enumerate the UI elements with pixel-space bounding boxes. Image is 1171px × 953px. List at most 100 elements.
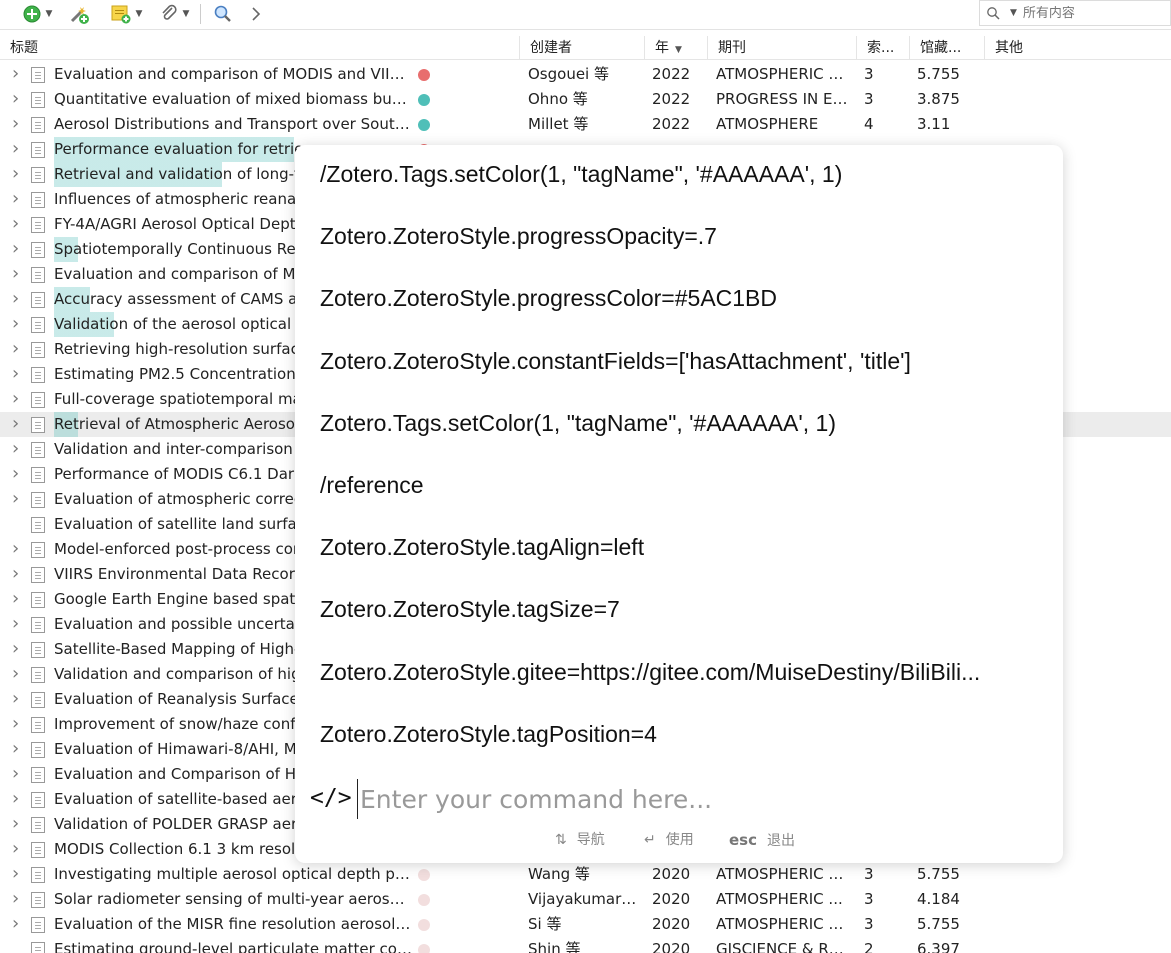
table-row[interactable]: Estimating ground-level particulate matt… [0, 937, 1171, 953]
table-row[interactable]: › Investigating multiple aerosol optical … [0, 862, 1171, 887]
expand-chevron-icon[interactable]: › [12, 112, 24, 135]
journal-article-icon [31, 417, 45, 433]
new-note-button[interactable]: ▼ [107, 2, 145, 26]
command-item[interactable]: Zotero.ZoteroStyle.progressColor=#5AC1BD [320, 278, 1040, 318]
item-journal: ATMOSPHERIC E... [716, 915, 852, 933]
search-input[interactable] [1022, 5, 1153, 21]
column-impact[interactable]: 馆藏... [910, 36, 985, 60]
item-creator: Millet 等 [528, 115, 589, 133]
add-attachment-button[interactable]: ▼ [155, 2, 193, 26]
expand-chevron-icon[interactable]: › [12, 137, 24, 160]
command-input[interactable] [357, 779, 1037, 819]
expand-chevron-icon[interactable]: › [12, 187, 24, 210]
journal-article-icon [31, 392, 45, 408]
forward-button[interactable] [245, 2, 267, 26]
expand-chevron-icon[interactable]: › [12, 312, 24, 335]
expand-chevron-icon[interactable]: › [12, 812, 24, 835]
command-item[interactable]: /Zotero.Tags.setColor(1, "tagName", '#AA… [320, 154, 1040, 194]
advanced-search-button[interactable] [210, 2, 236, 26]
expand-chevron-icon[interactable]: › [12, 87, 24, 110]
journal-article-icon [31, 867, 45, 883]
command-item[interactable]: Zotero.ZoteroStyle.tagSize=7 [320, 589, 1040, 629]
column-index[interactable]: 索... [857, 36, 910, 60]
expand-chevron-icon[interactable]: › [12, 762, 24, 785]
tag-color-dot [418, 919, 430, 931]
expand-chevron-icon[interactable]: › [12, 437, 24, 460]
table-row[interactable]: › Quantitative evaluation of mixed biomas… [0, 87, 1171, 112]
journal-article-icon [31, 342, 45, 358]
item-journal: GISCIENCE & RE... [716, 940, 852, 953]
toolbar: ▼ ▼ ▼ ▼ [0, 0, 1171, 30]
journal-article-icon [31, 367, 45, 383]
command-item[interactable]: Zotero.ZoteroStyle.tagAlign=left [320, 527, 1040, 567]
search-mode-dropdown[interactable]: ▼ [1010, 8, 1017, 18]
expand-chevron-icon[interactable]: › [12, 612, 24, 635]
expand-chevron-icon[interactable]: › [12, 587, 24, 610]
expand-chevron-icon[interactable]: › [12, 662, 24, 685]
expand-chevron-icon[interactable]: › [12, 637, 24, 660]
new-item-button[interactable]: ▼ [18, 2, 56, 26]
table-row[interactable]: › Evaluation of the MISR fine resolution … [0, 912, 1171, 937]
expand-chevron-icon[interactable]: › [12, 212, 24, 235]
column-journal[interactable]: 期刊 [708, 36, 857, 60]
journal-article-icon [31, 267, 45, 283]
item-title: Evaluation of the MISR fine resolution a… [54, 915, 412, 933]
command-item[interactable]: Zotero.ZoteroStyle.progressOpacity=.7 [320, 216, 1040, 256]
column-creator[interactable]: 创建者 [520, 36, 645, 60]
command-item[interactable]: Zotero.ZoteroStyle.constantFields=['hasA… [320, 341, 1040, 381]
table-row[interactable]: › Aerosol Distributions and Transport ove… [0, 112, 1171, 137]
column-title[interactable]: 标题 [0, 36, 520, 60]
item-impact: 6.397 [917, 940, 960, 953]
chevron-down-icon: ▼ [182, 9, 190, 19]
expand-chevron-icon[interactable]: › [12, 787, 24, 810]
expand-chevron-icon[interactable]: › [12, 337, 24, 360]
expand-chevron-icon[interactable]: › [12, 287, 24, 310]
item-title: Investigating multiple aerosol optical d… [54, 865, 412, 883]
item-title: Aerosol Distributions and Transport over… [54, 115, 412, 133]
expand-chevron-icon[interactable]: › [12, 162, 24, 185]
expand-chevron-icon[interactable]: › [12, 237, 24, 260]
journal-article-icon [31, 467, 45, 483]
keyboard-hints: ⇅ 导航 ↵ 使用 esc 退出 [295, 829, 1063, 851]
new-item-icon [23, 5, 41, 23]
item-journal: ATMOSPHERE [716, 115, 819, 133]
journal-article-icon [31, 292, 45, 308]
add-by-identifier-button[interactable] [66, 2, 92, 26]
expand-chevron-icon[interactable]: › [12, 862, 24, 885]
expand-chevron-icon[interactable]: › [12, 837, 24, 860]
expand-chevron-icon[interactable]: › [12, 362, 24, 385]
expand-chevron-icon[interactable]: › [12, 462, 24, 485]
item-title: Quantitative evaluation of mixed biomass… [54, 90, 412, 108]
command-item[interactable]: /reference [320, 465, 1040, 505]
table-row[interactable]: › Solar radiometer sensing of multi-year … [0, 887, 1171, 912]
search-icon [214, 5, 231, 22]
command-item[interactable]: Zotero.ZoteroStyle.gitee=https://gitee.c… [320, 652, 1040, 692]
expand-chevron-icon[interactable]: › [12, 412, 24, 435]
tag-color-dot [418, 94, 430, 106]
search-box[interactable]: ▼ [979, 0, 1171, 26]
item-creator: Wang 等 [528, 865, 590, 883]
item-impact: 5.755 [917, 865, 960, 883]
expand-chevron-icon[interactable]: › [12, 687, 24, 710]
expand-chevron-icon[interactable]: › [12, 537, 24, 560]
item-journal: ATMOSPHERIC E... [716, 65, 852, 83]
item-title: Solar radiometer sensing of multi-year a… [54, 890, 412, 908]
expand-chevron-icon[interactable]: › [12, 262, 24, 285]
expand-chevron-icon[interactable]: › [12, 912, 24, 935]
expand-chevron-icon[interactable]: › [12, 887, 24, 910]
journal-article-icon [31, 142, 45, 158]
column-year[interactable]: 年 ▼ [645, 36, 708, 60]
expand-chevron-icon[interactable]: › [12, 737, 24, 760]
command-item[interactable]: Zotero.ZoteroStyle.tagPosition=4 [320, 714, 1040, 754]
table-row[interactable]: › Evaluation and comparison of MODIS and … [0, 62, 1171, 87]
expand-chevron-icon[interactable]: › [12, 487, 24, 510]
expand-chevron-icon[interactable]: › [12, 387, 24, 410]
expand-chevron-icon[interactable]: › [12, 562, 24, 585]
expand-chevron-icon[interactable]: › [12, 62, 24, 85]
command-item[interactable]: Zotero.Tags.setColor(1, "tagName", '#AAA… [320, 403, 1040, 443]
item-creator: Vijayakumar 等 [528, 890, 638, 908]
tag-color-dot [418, 894, 430, 906]
item-index: 3 [864, 65, 874, 83]
expand-chevron-icon[interactable]: › [12, 712, 24, 735]
column-other[interactable]: 其他 [985, 36, 1171, 60]
